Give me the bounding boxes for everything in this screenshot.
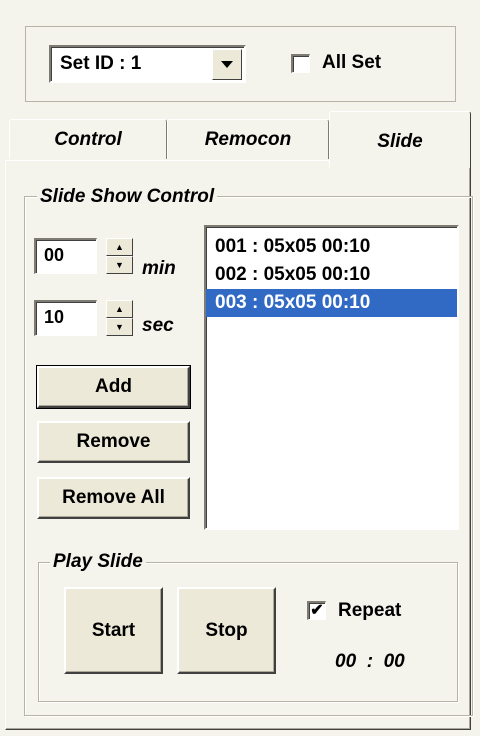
- stop-button-label: Stop: [205, 619, 248, 641]
- list-item[interactable]: 003 : 05x05 00:10: [206, 289, 457, 317]
- tab-remocon[interactable]: Remocon: [167, 119, 329, 159]
- minutes-spinner[interactable]: ▲ ▼: [106, 238, 133, 274]
- spin-up-icon[interactable]: ▲: [106, 238, 133, 256]
- set-id-combobox-value: Set ID : 1: [60, 52, 141, 76]
- remove-all-button[interactable]: Remove All: [37, 477, 190, 519]
- all-set-label: All Set: [322, 52, 382, 73]
- tab-slide-label: Slide: [377, 131, 423, 152]
- checkmark-icon: ✔: [310, 602, 324, 619]
- spin-up-icon[interactable]: ▲: [106, 300, 133, 318]
- tab-control-label: Control: [54, 128, 122, 150]
- slide-show-control-title: Slide Show Control: [37, 185, 218, 209]
- tab-control[interactable]: Control: [9, 119, 167, 159]
- slide-list[interactable]: 001 : 05x05 00:10 002 : 05x05 00:10 003 …: [204, 225, 459, 530]
- minutes-unit-label: min: [142, 258, 176, 279]
- stop-button[interactable]: Stop: [177, 587, 276, 674]
- seconds-unit-label: sec: [142, 315, 174, 336]
- tab-remocon-label: Remocon: [204, 128, 292, 150]
- tab-slide[interactable]: Slide: [329, 111, 471, 168]
- spin-down-icon[interactable]: ▼: [106, 256, 133, 274]
- spin-down-icon[interactable]: ▼: [106, 318, 133, 336]
- remove-button-label: Remove: [76, 431, 151, 452]
- list-item[interactable]: 002 : 05x05 00:10: [206, 261, 457, 289]
- minutes-field[interactable]: 00: [34, 238, 97, 274]
- seconds-spinner[interactable]: ▲ ▼: [106, 300, 133, 336]
- start-button[interactable]: Start: [64, 587, 163, 674]
- add-button-label: Add: [95, 376, 132, 397]
- start-button-label: Start: [91, 619, 136, 641]
- add-button[interactable]: Add: [36, 365, 191, 409]
- repeat-checkbox[interactable]: ✔: [307, 601, 326, 620]
- all-set-checkbox[interactable]: [291, 54, 310, 73]
- chevron-down-icon: [221, 61, 233, 68]
- remove-all-button-label: Remove All: [62, 487, 165, 508]
- repeat-label: Repeat: [338, 600, 402, 621]
- list-item[interactable]: 001 : 05x05 00:10: [206, 233, 457, 261]
- elapsed-time: 00 : 00: [335, 651, 405, 672]
- seconds-field[interactable]: 10: [34, 300, 97, 336]
- set-id-dropdown-button[interactable]: [212, 49, 242, 80]
- play-slide-title: Play Slide: [50, 550, 146, 574]
- minutes-value: 00: [44, 245, 65, 265]
- remove-button[interactable]: Remove: [37, 421, 190, 463]
- set-id-label: Set ID :: [60, 53, 126, 74]
- set-id-value: 1: [130, 53, 142, 74]
- seconds-value: 10: [44, 307, 65, 327]
